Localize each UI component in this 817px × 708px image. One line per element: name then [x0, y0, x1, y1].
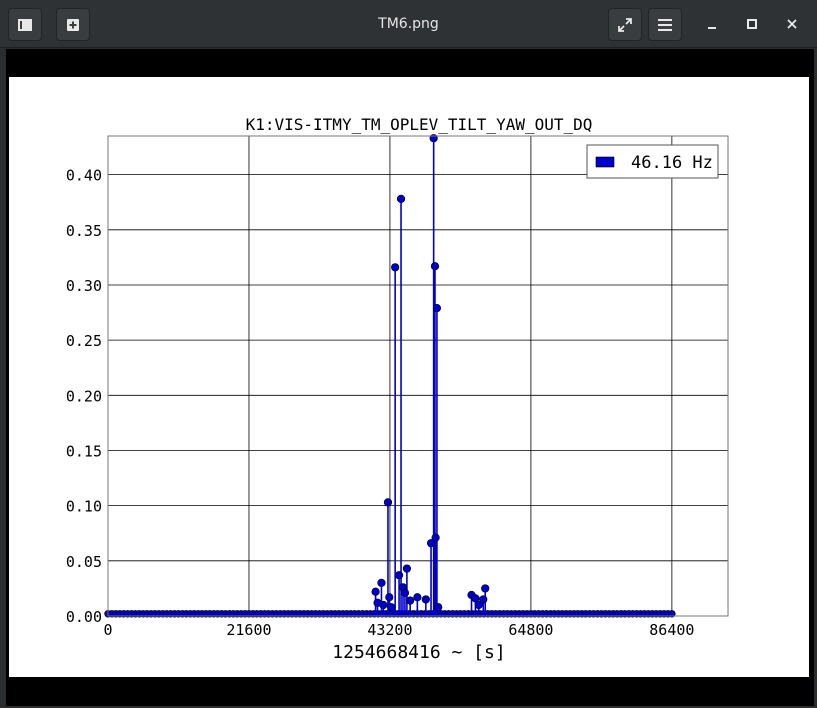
- y-tick-label: 0.20: [66, 387, 102, 405]
- close-button[interactable]: [778, 10, 806, 38]
- title-bar: TM6.png: [0, 0, 817, 48]
- x-tick-label: 86400: [649, 621, 694, 639]
- stem-marker: [481, 584, 490, 593]
- x-tick-label: 21600: [226, 621, 271, 639]
- y-tick-label: 0.35: [66, 222, 102, 240]
- hamburger-icon: [658, 18, 672, 31]
- stem-marker: [479, 595, 488, 604]
- stem-marker: [377, 578, 386, 587]
- legend-label: 46.16 Hz: [631, 153, 713, 173]
- stem-marker: [387, 603, 396, 612]
- menu-button[interactable]: [648, 8, 682, 41]
- legend: 46.16 Hz: [586, 144, 719, 179]
- gallery-button[interactable]: [8, 8, 42, 41]
- gallery-icon: [18, 18, 32, 31]
- stem-marker: [432, 304, 442, 313]
- stem-marker: [431, 533, 440, 542]
- legend-swatch: [595, 156, 615, 168]
- x-tick-label: 0: [103, 621, 112, 639]
- x-axis: 0 21600 43200 64800 86400: [103, 621, 694, 639]
- x-tick-label: 64800: [508, 621, 553, 639]
- plus-square-icon: [67, 18, 79, 31]
- y-tick-label: 0.00: [66, 608, 102, 626]
- stem-marker: [383, 498, 393, 507]
- stem-marker: [430, 262, 440, 271]
- y-tick-label: 0.10: [66, 498, 102, 516]
- maximize-icon: [747, 19, 757, 29]
- plot-frame: [107, 135, 729, 617]
- stem-marker: [391, 263, 400, 272]
- stem-marker: [406, 596, 415, 605]
- chart-title: K1:VIS-ITMY_TM_OPLEV_TILT_YAW_OUT_DQ: [246, 115, 593, 134]
- grid: [107, 136, 728, 617]
- x-tick-label: 43200: [367, 621, 412, 639]
- new-window-button[interactable]: [56, 8, 90, 41]
- x-axis-label: 1254668416 ~ [s]: [332, 642, 505, 663]
- y-tick-label: 0.05: [66, 553, 102, 571]
- close-icon: [787, 19, 797, 29]
- y-tick-label: 0.15: [66, 442, 102, 460]
- minimize-button[interactable]: [698, 10, 726, 38]
- stem-marker: [396, 194, 406, 203]
- minimize-icon: [708, 27, 716, 29]
- y-tick-label: 0.25: [66, 332, 102, 350]
- y-tick-label: 0.30: [66, 277, 102, 295]
- stem-marker: [371, 587, 380, 596]
- stem-marker: [434, 603, 443, 612]
- image-canvas: 0.00 0.05 0.10 0.15 0.20 0.25 0.30 0.35 0.40 0 21…: [9, 77, 809, 677]
- maximize-button[interactable]: [738, 10, 766, 38]
- stem-marker: [402, 564, 412, 573]
- expand-icon: [618, 17, 632, 32]
- stem-marker: [385, 593, 394, 602]
- chart: 0.00 0.05 0.10 0.15 0.20 0.25 0.30 0.35 0.40 0 21…: [66, 115, 729, 663]
- stem-marker: [421, 595, 430, 604]
- fullscreen-button[interactable]: [608, 8, 642, 41]
- y-axis: 0.00 0.05 0.10 0.15 0.20 0.25 0.30 0.35 0.40: [66, 167, 102, 626]
- y-tick-label: 0.40: [66, 167, 102, 185]
- stem-marker: [400, 588, 410, 597]
- stem-marker: [379, 600, 388, 610]
- stem-marker: [413, 593, 422, 602]
- stem-marker: [394, 571, 404, 580]
- window-title: TM6.png: [378, 16, 439, 32]
